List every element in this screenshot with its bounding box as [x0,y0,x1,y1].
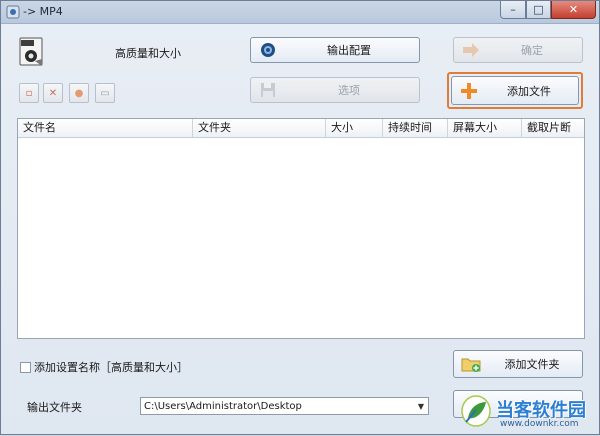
add-file-button[interactable]: 添加文件 [451,76,579,105]
options-button[interactable]: 选项 [250,77,420,103]
add-file-label: 添加文件 [507,84,551,98]
watermark-url: www.downkr.com [500,419,579,429]
column-duration[interactable]: 持续时间 [383,119,448,137]
output-folder-label: 输出文件夹 [27,401,82,414]
info-icon: ▭ [100,87,110,99]
ok-button[interactable]: 确定 [453,37,583,63]
mp4-format-icon [19,37,43,66]
output-folder-value: C:\Users\Administrator\Desktop [144,400,302,412]
output-config-button[interactable]: 输出配置 [250,37,420,63]
window-title: -> MP4 [23,5,63,18]
file-list-table[interactable]: 文件名 文件夹 大小 持续时间 屏幕大小 截取片断 [17,118,585,339]
clear-icon: ▫ [25,87,33,99]
plus-icon [458,80,480,102]
options-label: 选项 [338,84,360,97]
info-button[interactable]: ▭ [95,83,115,103]
gear-icon [257,39,279,61]
leaf-logo-icon [461,395,491,427]
remove-item-button[interactable]: ✕ [43,83,63,103]
clear-list-button[interactable]: ▫ [19,83,39,103]
column-size[interactable]: 大小 [326,119,383,137]
close-button[interactable]: ✕ [551,1,596,19]
column-filename[interactable]: 文件名 [18,119,193,137]
app-icon [6,5,20,19]
watermark: 当客软件园 www.downkr.com [456,392,600,436]
app-window: -> MP4 – □ ✕ 高质量和大小 输出配置 确定 ▫ ✕ ● ▭ 选项 添… [0,0,600,435]
maximize-icon: □ [533,3,544,16]
column-folder[interactable]: 文件夹 [193,119,326,137]
minimize-button[interactable]: – [500,1,526,19]
column-screen-size[interactable]: 屏幕大小 [448,119,522,137]
add-folder-button[interactable]: 添加文件夹 [453,350,583,378]
play-button[interactable]: ● [69,83,89,103]
chevron-down-icon[interactable]: ▼ [414,402,428,411]
ok-label: 确定 [521,44,543,57]
maximize-button[interactable]: □ [526,1,551,19]
preset-label[interactable]: 高质量和大小 [115,45,181,61]
minimize-icon: – [510,3,516,16]
table-header: 文件名 文件夹 大小 持续时间 屏幕大小 截取片断 [18,119,584,138]
column-clip[interactable]: 截取片断 [522,119,584,137]
arrow-right-icon [460,39,482,61]
output-config-label: 输出配置 [327,44,371,57]
close-icon: ✕ [568,3,579,16]
add-setting-name-checkbox[interactable] [20,361,31,373]
add-setting-name-label: 添加设置名称［高质量和大小］ [34,361,188,374]
remove-icon: ✕ [48,87,58,99]
add-folder-icon [460,353,482,375]
play-icon: ● [74,87,84,99]
add-folder-label: 添加文件夹 [504,358,560,371]
title-bar[interactable]: -> MP4 – □ ✕ [1,1,599,24]
floppy-icon [257,79,279,101]
output-folder-select[interactable]: C:\Users\Administrator\Desktop ▼ [140,397,429,415]
add-setting-name-row[interactable]: 添加设置名称［高质量和大小］ [20,359,188,375]
